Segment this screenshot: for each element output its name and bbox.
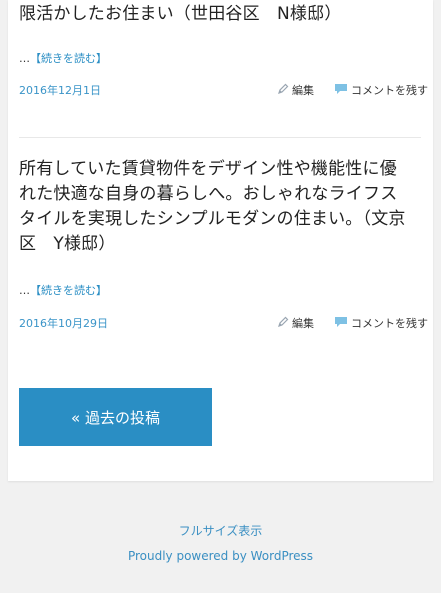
post-entry: 所有していた賃貸物件をデザイン性や機能性に優れた快適な自身の暮らしへ。おしゃれな… [19, 157, 428, 331]
edit-link[interactable]: 編集 [277, 82, 314, 98]
comment-label: コメントを残す [351, 317, 428, 330]
post-date[interactable]: 2016年10月29日 [19, 315, 108, 331]
powered-by-link[interactable]: Proudly powered by WordPress [0, 549, 441, 563]
post-entry: 限活かしたお住まい（世田谷区 N様邸） …【続きを読む】 2016年12月1日 … [19, 2, 428, 98]
post-title[interactable]: 限活かしたお住まい（世田谷区 N様邸） [19, 2, 412, 27]
speech-bubble-icon [334, 83, 348, 98]
ellipsis: … [19, 284, 30, 297]
post-divider [19, 137, 421, 138]
post-meta: 2016年10月29日 編集 コメントを残す [19, 315, 428, 331]
edit-link[interactable]: 編集 [277, 315, 314, 331]
comment-label: コメントを残す [351, 84, 428, 97]
speech-bubble-icon [334, 316, 348, 331]
edit-label: 編集 [292, 84, 314, 97]
read-more-line: …【続きを読む】 [19, 50, 412, 66]
read-more-line: …【続きを読む】 [19, 282, 412, 298]
older-posts-button[interactable]: « 過去の投稿 [19, 388, 212, 446]
comment-link[interactable]: コメントを残す [334, 315, 428, 331]
fullsize-link[interactable]: フルサイズ表示 [0, 522, 441, 539]
posts-container: 限活かしたお住まい（世田谷区 N様邸） …【続きを読む】 2016年12月1日 … [8, 0, 433, 481]
pencil-icon [277, 316, 289, 331]
post-title[interactable]: 所有していた賃貸物件をデザイン性や機能性に優れた快適な自身の暮らしへ。おしゃれな… [19, 157, 412, 257]
read-more-link[interactable]: 【続きを読む】 [30, 284, 107, 297]
edit-label: 編集 [292, 317, 314, 330]
comment-link[interactable]: コメントを残す [334, 82, 428, 98]
pencil-icon [277, 83, 289, 98]
ellipsis: … [19, 52, 30, 65]
read-more-link[interactable]: 【続きを読む】 [30, 52, 107, 65]
post-meta: 2016年12月1日 編集 コメントを残す [19, 82, 428, 98]
post-date[interactable]: 2016年12月1日 [19, 82, 101, 98]
